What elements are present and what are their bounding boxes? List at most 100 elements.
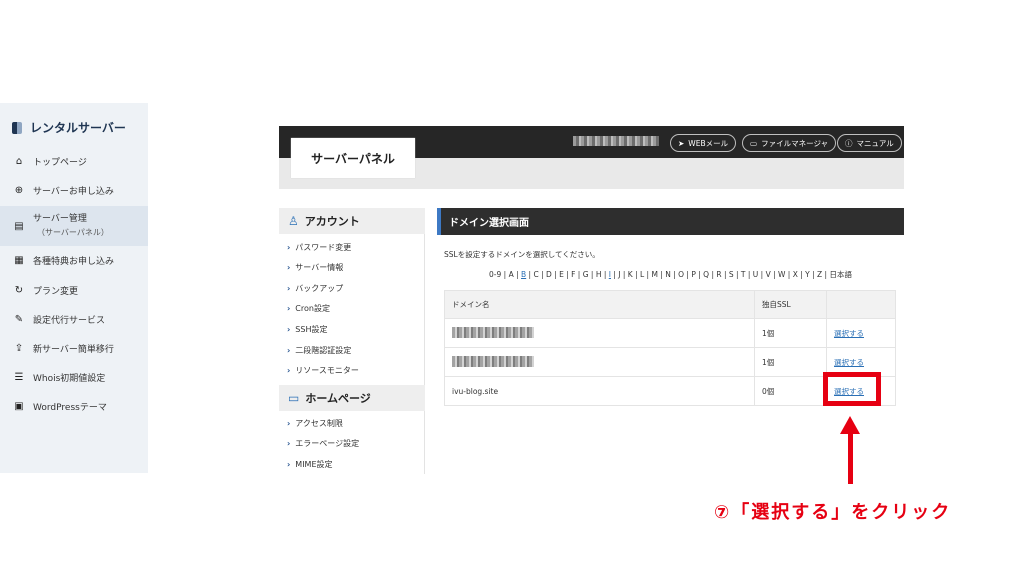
sidebar-item-label: WordPressテーマ: [33, 402, 107, 413]
account-section-header: ♙ アカウント: [279, 208, 425, 234]
window-icon: ▣: [14, 400, 24, 412]
menu-link-label: SSH設定: [295, 325, 328, 334]
arrow-icon: ›: [287, 439, 291, 448]
homepage-section-header: ▭ ホームページ: [279, 385, 425, 411]
brand-label: レンタルサーバー: [30, 121, 126, 135]
masked-domain: [452, 355, 534, 367]
domain-cell: [444, 347, 755, 377]
server-panel: ➤ WEBメール ▭ ファイルマネージャ ⓘ マニュアル サーバーパネル ♙ ア…: [279, 126, 904, 474]
col-domain-header: ドメイン名: [444, 290, 755, 319]
ssl-count-cell: 1個: [754, 318, 827, 348]
menu-link-cron[interactable]: › Cron設定: [287, 303, 330, 314]
menu-link-2fa[interactable]: › 二段階認証設定: [287, 345, 351, 356]
sidebar-item-sublabel: （サーバーパネル）: [37, 228, 109, 237]
menu-link-label: リソースモニター: [295, 366, 359, 375]
arrow-icon: ›: [287, 263, 291, 272]
arrow-icon: ›: [287, 284, 291, 293]
menu-link-password[interactable]: › パスワード変更: [287, 242, 351, 253]
wrench-icon: ✎: [14, 313, 24, 325]
sidebar-brand[interactable]: レンタルサーバー: [12, 119, 126, 136]
table-row: 1個 選択する: [444, 318, 896, 348]
arrow-icon: ›: [287, 346, 291, 355]
domain-select-content: ドメイン選択画面 SSLを設定するドメインを選択してください。 0-9 | A …: [437, 208, 904, 474]
alphabet-index: 0-9 | A | B | C | D | E | F | G | H | I …: [437, 269, 904, 280]
plus-circle-icon: ⊕: [14, 184, 24, 196]
masked-account-id: [573, 136, 659, 146]
menu-link-access-restriction[interactable]: › アクセス制限: [287, 418, 343, 429]
content-heading: ドメイン選択画面: [437, 208, 904, 235]
sidebar-item-setup-service[interactable]: ✎ 設定代行サービス: [0, 305, 148, 333]
sidebar-item-label: Whois初期値設定: [33, 373, 106, 384]
sidebar-item-wordpress-theme[interactable]: ▣ WordPressテーマ: [0, 392, 148, 420]
instruction-text: SSLを設定するドメインを選択してください。: [444, 250, 600, 259]
select-link[interactable]: 選択する: [834, 358, 864, 367]
domain-cell: [444, 318, 755, 348]
account-section-title: アカウント: [304, 215, 360, 228]
sidebar-item-server-manage[interactable]: ▤ サーバー管理 （サーバーパネル）: [0, 206, 148, 246]
sidebar-item-label: サーバー管理: [33, 214, 87, 224]
menu-link-label: エラーページ設定: [295, 439, 360, 448]
action-cell: 選択する: [826, 318, 896, 348]
ssl-count-cell: 0個: [754, 376, 827, 406]
gift-icon: ▦: [14, 254, 24, 266]
manual-label: マニュアル: [856, 138, 894, 148]
arrow-icon: ›: [287, 366, 291, 375]
sidebar-item-label: プラン変更: [33, 286, 79, 297]
folder-icon: ▭: [750, 138, 758, 148]
sidebar-item-whois[interactable]: ☰ Whois初期値設定: [0, 363, 148, 391]
server-icon: ▤: [14, 220, 24, 232]
send-icon: ➤: [678, 138, 685, 148]
alpha-index-head: 0-9 | A |: [489, 270, 522, 279]
menu-link-label: サーバー情報: [295, 263, 344, 272]
menu-link-backup[interactable]: › バックアップ: [287, 283, 343, 294]
panel-title: サーバーパネル: [291, 138, 415, 178]
col-action-header: [826, 290, 896, 319]
masked-domain: [452, 326, 534, 338]
filemanager-label: ファイルマネージャ: [761, 138, 829, 148]
sidebar-item-label: 各種特典お申し込み: [33, 256, 115, 267]
manual-button[interactable]: ⓘ マニュアル: [837, 134, 902, 152]
sidebar-item-label: サーバーお申し込み: [33, 186, 114, 197]
menu-link-label: Cron設定: [295, 304, 330, 313]
sidebar-item-top[interactable]: ⌂ トップページ: [0, 147, 148, 175]
panel-left-menu: ♙ アカウント › パスワード変更 › サーバー情報 › バックアップ › Cron設定…: [279, 208, 425, 474]
alpha-index-mid: | C | D | E | F | G | H |: [526, 270, 609, 279]
brand-logo-icon: [12, 121, 22, 134]
upload-icon: ⇪: [14, 342, 24, 354]
refresh-icon: ↻: [14, 284, 24, 296]
sidebar: レンタルサーバー ⌂ トップページ ⊕ サーバーお申し込み ▤ サーバー管理 （…: [0, 103, 148, 473]
col-ssl-header: 独自SSL: [754, 290, 827, 319]
sidebar-item-label: 新サーバー簡単移行: [33, 344, 114, 355]
help-icon: ⓘ: [845, 138, 853, 148]
sidebar-item-benefits[interactable]: ▦ 各種特典お申し込み: [0, 246, 148, 274]
domain-cell: ivu-blog.site: [444, 376, 755, 406]
document-icon: ☰: [14, 371, 24, 383]
menu-link-error-page[interactable]: › エラーページ設定: [287, 438, 359, 449]
filemanager-button[interactable]: ▭ ファイルマネージャ: [742, 134, 837, 152]
sidebar-item-migration[interactable]: ⇪ 新サーバー簡単移行: [0, 334, 148, 362]
arrow-shaft: [848, 432, 853, 484]
menu-link-resource-monitor[interactable]: › リソースモニター: [287, 365, 359, 376]
menu-link-mime[interactable]: › MIME設定: [287, 459, 333, 470]
arrow-icon: ›: [287, 304, 291, 313]
menu-link-ssh[interactable]: › SSH設定: [287, 324, 327, 335]
arrow-icon: ›: [287, 419, 291, 428]
menu-link-label: MIME設定: [295, 460, 333, 469]
home-icon: ⌂: [15, 155, 23, 167]
arrow-icon: ›: [287, 325, 291, 334]
menu-link-label: アクセス制限: [295, 419, 343, 428]
step-callout: ⑦「選択する」をクリック: [714, 502, 952, 523]
sidebar-item-server-apply[interactable]: ⊕ サーバーお申し込み: [0, 176, 148, 204]
sidebar-item-plan-change[interactable]: ↻ プラン変更: [0, 276, 148, 304]
highlight-box: [823, 372, 881, 406]
user-icon: ♙: [288, 214, 299, 228]
alpha-index-tail: | J | K | L | M | N | O | P | Q | R | S …: [610, 270, 852, 279]
sidebar-item-label: 設定代行サービス: [33, 315, 106, 326]
webmail-label: WEBメール: [688, 138, 729, 148]
menu-link-label: パスワード変更: [295, 243, 352, 252]
menu-link-label: バックアップ: [295, 284, 344, 293]
slide: レンタルサーバー ⌂ トップページ ⊕ サーバーお申し込み ▤ サーバー管理 （…: [0, 0, 1024, 576]
menu-link-server-info[interactable]: › サーバー情報: [287, 262, 343, 273]
select-link[interactable]: 選択する: [834, 329, 864, 338]
webmail-button[interactable]: ➤ WEBメール: [670, 134, 737, 152]
